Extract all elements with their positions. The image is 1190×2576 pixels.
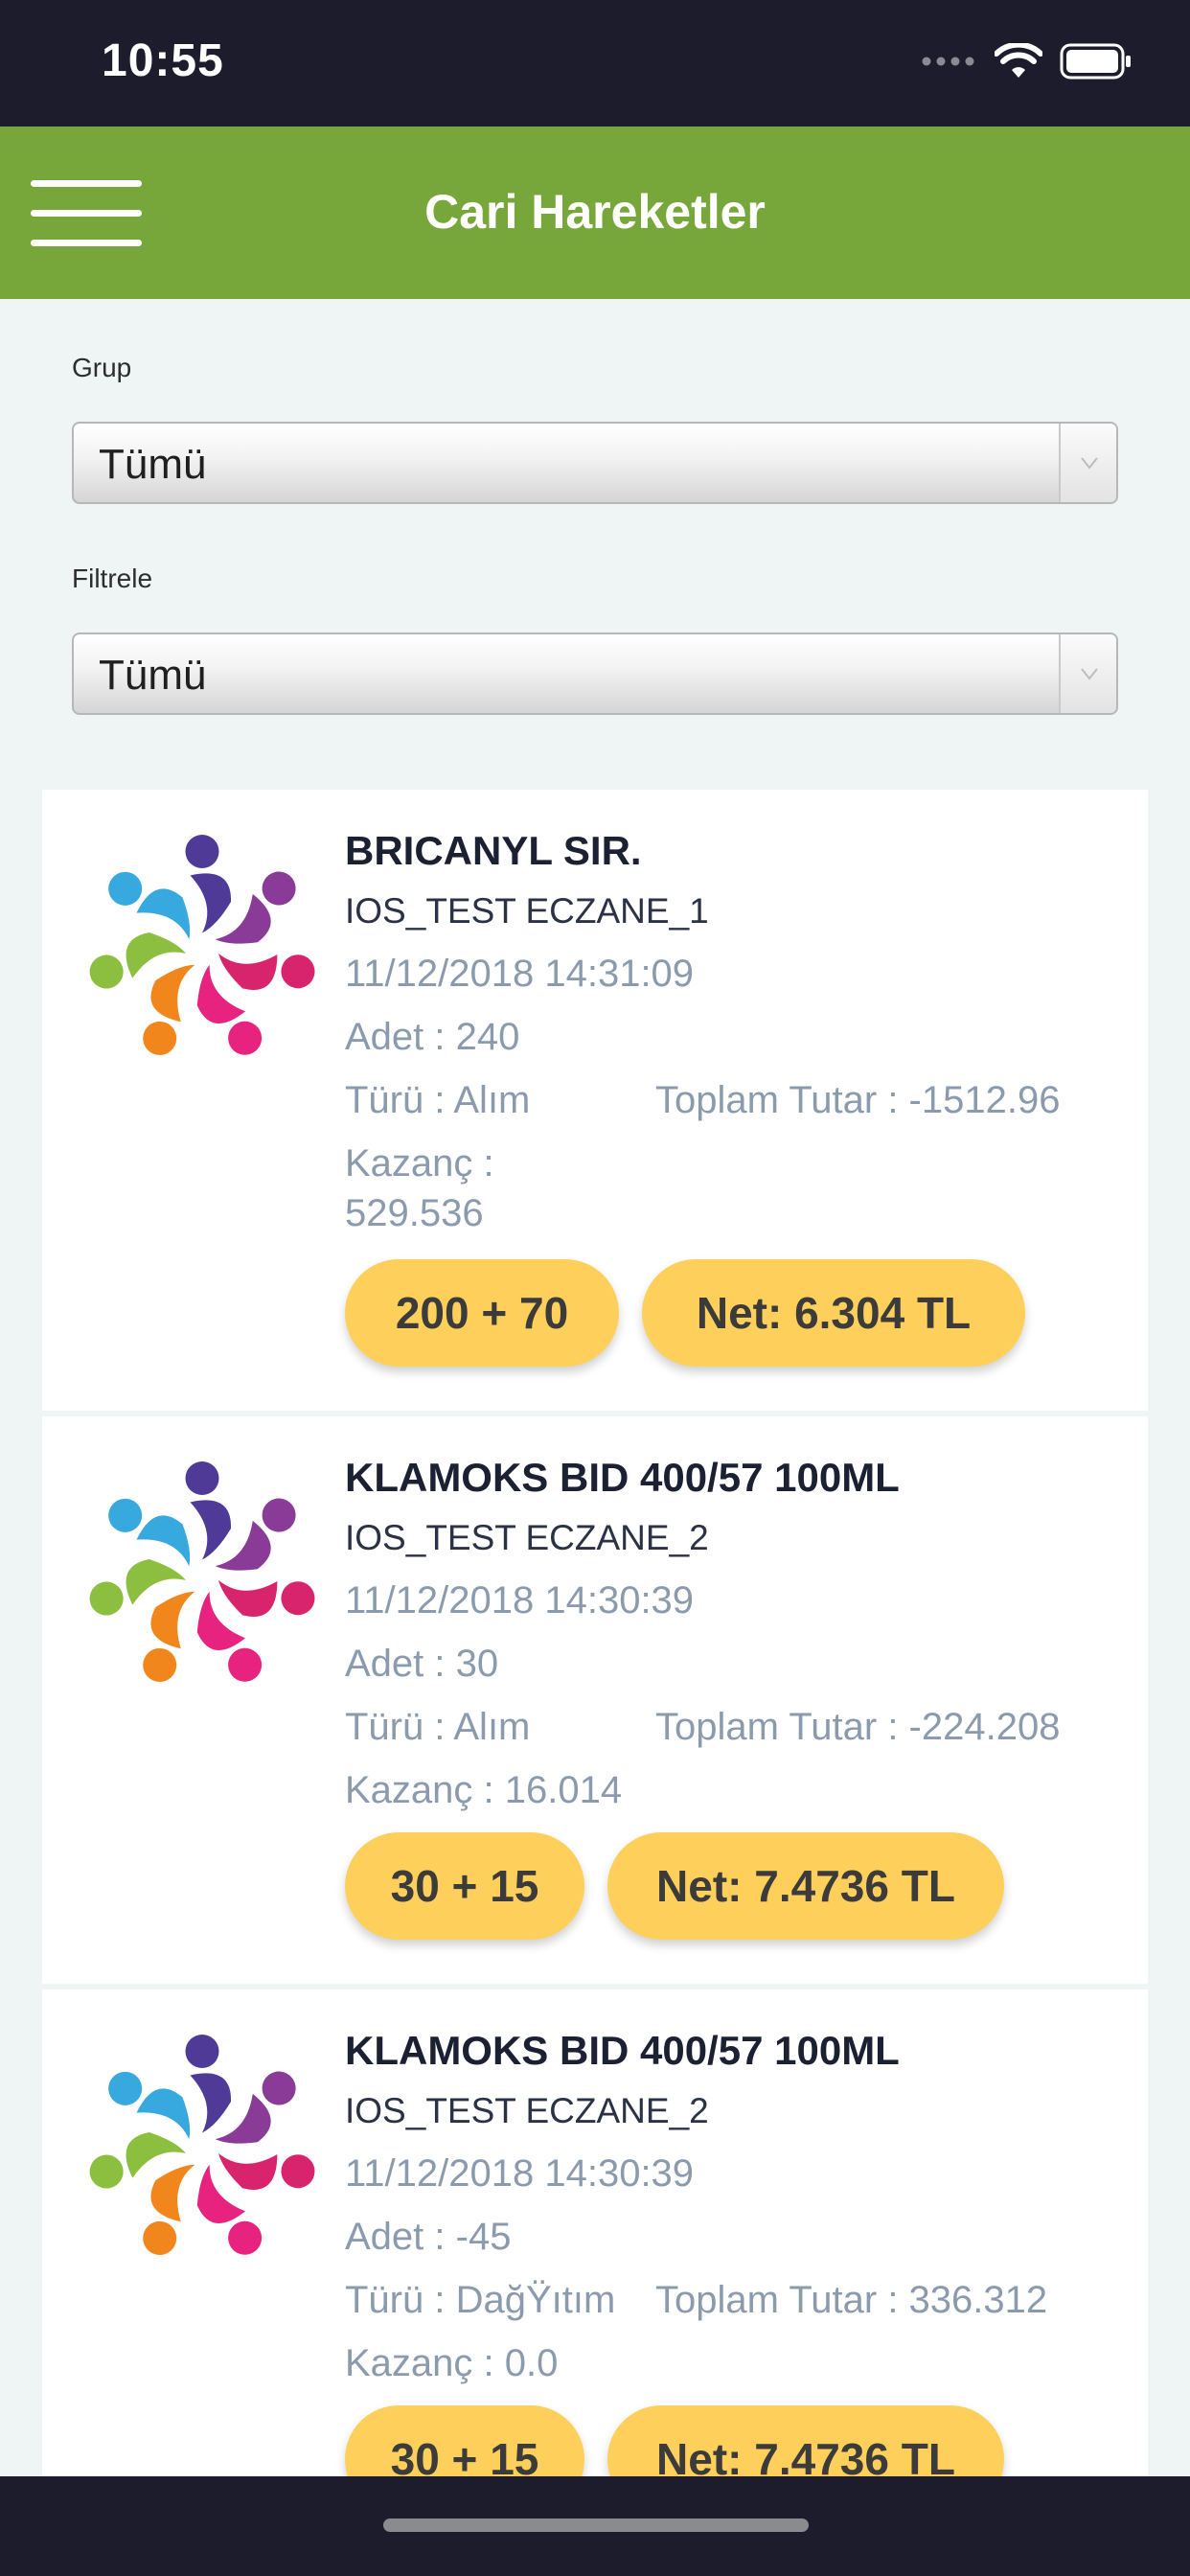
transaction-datetime: 11/12/2018 14:30:39 [345, 2152, 695, 2195]
product-name: BRICANYL SIR. [345, 828, 642, 873]
transaction-datetime: 11/12/2018 14:31:09 [345, 953, 695, 995]
filter-select-value: Tümü [99, 652, 207, 699]
group-select[interactable]: Tümü [72, 422, 1118, 504]
status-time: 10:55 [102, 35, 224, 86]
profit: Kazanç : 16.014 [345, 1769, 623, 1811]
status-icons [922, 42, 1133, 80]
profit-value: 529.536 [345, 1192, 484, 1234]
net-price-badge[interactable]: Net: 6.304 TL [642, 1259, 1025, 1367]
transaction-card[interactable]: KLAMOKS BID 400/57 100ML IOS_TEST ECZANE… [42, 1990, 1148, 2476]
filter-select[interactable]: Tümü [72, 632, 1118, 715]
group-label: Grup [72, 353, 132, 382]
campaign-badge[interactable]: 30 + 15 [345, 1832, 584, 1940]
people-circle-logo [89, 1461, 315, 1682]
transaction-card[interactable]: KLAMOKS BID 400/57 100ML IOS_TEST ECZANE… [42, 1416, 1148, 1984]
navigation-bar: Cari Hareketler [0, 126, 1190, 299]
campaign-badge[interactable]: 30 + 15 [345, 2405, 584, 2476]
home-indicator[interactable] [383, 2518, 809, 2532]
group-select-arrow[interactable] [1059, 424, 1116, 502]
filter-select-arrow[interactable] [1059, 634, 1116, 713]
pharmacy-name: IOS_TEST ECZANE_2 [345, 1518, 709, 1557]
profit: Kazanç : 0.0 [345, 2342, 559, 2384]
total-amount: Toplam Tutar : -224.208 [655, 1706, 1061, 1748]
total-amount: Toplam Tutar : -1512.96 [655, 1079, 1061, 1121]
chevron-down-icon [1081, 457, 1098, 470]
pharmacy-name: IOS_TEST ECZANE_2 [345, 2091, 709, 2130]
transaction-datetime: 11/12/2018 14:30:39 [345, 1579, 695, 1622]
wifi-icon [995, 43, 1042, 78]
product-name: KLAMOKS BID 400/57 100ML [345, 2028, 900, 2073]
quantity: Adet : 30 [345, 1643, 499, 1685]
transaction-type: Türü : DağŸıtım [345, 2279, 616, 2321]
total-amount: Toplam Tutar : 336.312 [655, 2279, 1048, 2321]
home-indicator-area [0, 2476, 1190, 2576]
product-name: KLAMOKS BID 400/57 100ML [345, 1455, 900, 1500]
filter-label: Filtrele [72, 564, 153, 593]
chevron-down-icon [1081, 668, 1098, 680]
people-circle-logo [89, 835, 315, 1055]
net-price-badge[interactable]: Net: 7.4736 TL [607, 1832, 1004, 1940]
pharmacy-name: IOS_TEST ECZANE_1 [345, 891, 709, 931]
page-title: Cari Hareketler [424, 185, 766, 239]
quantity: Adet : -45 [345, 2216, 512, 2258]
transaction-type: Türü : Alım [345, 1706, 531, 1748]
people-circle-logo [89, 2035, 315, 2255]
group-select-value: Tümü [99, 441, 207, 488]
transaction-type: Türü : Alım [345, 1079, 531, 1121]
battery-icon [1060, 43, 1131, 80]
transaction-list[interactable]: BRICANYL SIR. IOS_TEST ECZANE_1 11/12/20… [42, 790, 1148, 2476]
campaign-badge[interactable]: 200 + 70 [345, 1259, 619, 1367]
transaction-card[interactable]: BRICANYL SIR. IOS_TEST ECZANE_1 11/12/20… [42, 790, 1148, 1411]
cellular-signal-icon [922, 57, 974, 66]
status-bar: 10:55 [0, 0, 1190, 126]
profit-label: Kazanç : [345, 1142, 494, 1184]
quantity: Adet : 240 [345, 1016, 520, 1058]
net-price-badge[interactable]: Net: 7.4736 TL [607, 2405, 1004, 2476]
